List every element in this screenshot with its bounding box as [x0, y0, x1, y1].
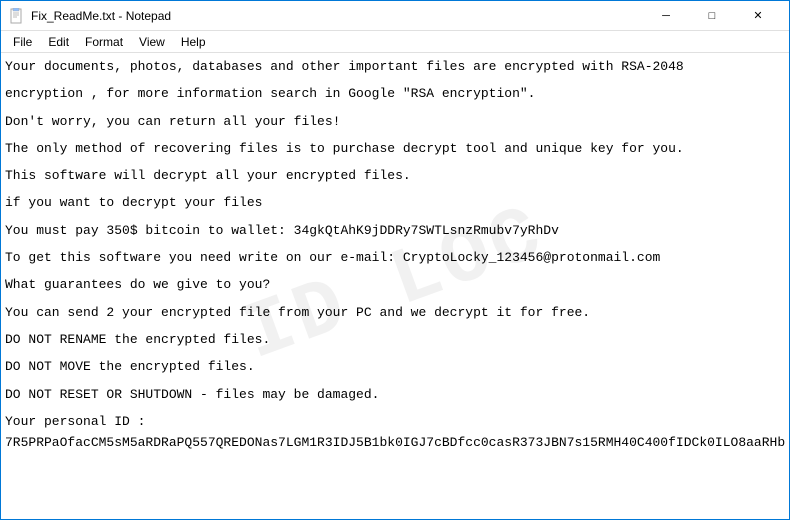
notepad-icon [9, 8, 25, 24]
text-line: To get this software you need write on o… [5, 248, 781, 269]
text-line: 7R5PRPaOfacCM5sM5aRDRaPQ557QREDONas7LGM1… [5, 433, 781, 454]
text-line: if you want to decrypt your files [5, 193, 781, 214]
text-content: Your documents, photos, databases and ot… [5, 57, 781, 453]
text-line: DO NOT RESET OR SHUTDOWN - files may be … [5, 385, 781, 406]
maximize-button[interactable]: □ [689, 1, 735, 31]
title-bar: Fix_ReadMe.txt - Notepad ─ □ ✕ [1, 1, 789, 31]
minimize-button[interactable]: ─ [643, 1, 689, 31]
text-line: What guarantees do we give to you? [5, 275, 781, 296]
text-line: The only method of recovering files is t… [5, 139, 781, 160]
menu-item-file[interactable]: File [5, 33, 40, 51]
text-line: This software will decrypt all your encr… [5, 166, 781, 187]
text-line: Your personal ID : [5, 412, 781, 433]
menu-items: FileEditFormatViewHelp [5, 33, 214, 51]
menu-item-edit[interactable]: Edit [40, 33, 77, 51]
title-bar-left: Fix_ReadMe.txt - Notepad [9, 8, 171, 24]
title-controls: ─ □ ✕ [643, 1, 781, 31]
text-line: Your documents, photos, databases and ot… [5, 57, 781, 78]
menu-bar: FileEditFormatViewHelp [1, 31, 789, 53]
menu-item-help[interactable]: Help [173, 33, 214, 51]
text-line: DO NOT RENAME the encrypted files. [5, 330, 781, 351]
text-line: Don't worry, you can return all your fil… [5, 112, 781, 133]
text-line: You must pay 350$ bitcoin to wallet: 34g… [5, 221, 781, 242]
text-line: You can send 2 your encrypted file from … [5, 303, 781, 324]
menu-item-format[interactable]: Format [77, 33, 131, 51]
notepad-window: Fix_ReadMe.txt - Notepad ─ □ ✕ FileEditF… [0, 0, 790, 520]
text-line: DO NOT MOVE the encrypted files. [5, 357, 781, 378]
window-title: Fix_ReadMe.txt - Notepad [31, 9, 171, 23]
menu-item-view[interactable]: View [131, 33, 173, 51]
text-editor[interactable]: ID LOC Your documents, photos, databases… [1, 53, 789, 519]
text-line: encryption , for more information search… [5, 84, 781, 105]
close-button[interactable]: ✕ [735, 1, 781, 31]
